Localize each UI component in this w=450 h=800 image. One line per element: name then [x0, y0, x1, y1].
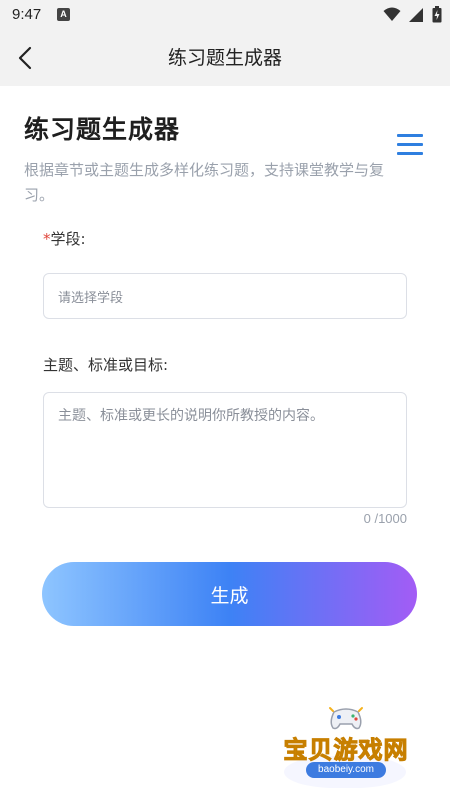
stage-label: 学段: [50, 230, 86, 248]
signal-icon [409, 8, 423, 22]
topic-textarea[interactable]: 主题、标准或更长的说明你所教授的内容。 [43, 392, 407, 508]
topic-textarea-placeholder: 主题、标准或更长的说明你所教授的内容。 [58, 408, 324, 424]
hamburger-menu-icon[interactable] [397, 134, 423, 156]
watermark-logo: 宝贝游戏网 baobeiy.com [276, 700, 416, 796]
battery-icon [432, 6, 442, 23]
stage-select[interactable]: 请选择学段 [43, 273, 407, 319]
watermark-url: baobeiy.com [318, 764, 374, 775]
wifi-icon [383, 7, 401, 21]
stage-select-placeholder: 请选择学段 [58, 291, 124, 306]
chevron-left-icon[interactable] [12, 44, 40, 72]
game-controller-icon [329, 707, 363, 730]
stage-label-group: *学段: [43, 228, 86, 249]
page-title: 练习题生成器 [24, 115, 181, 144]
status-time: 9:47 [12, 6, 42, 23]
watermark-text: 宝贝游戏网 [283, 736, 409, 765]
required-mark: * [43, 230, 51, 248]
char-count: 0 /1000 [363, 511, 407, 526]
main-content: 练习题生成器 根据章节或主题生成多样化练习题，支持课堂教学与复习。 *学段: 请… [0, 86, 450, 800]
page-description: 根据章节或主题生成多样化练习题，支持课堂教学与复习。 [24, 161, 385, 204]
topic-label: 主题、标准或目标: [43, 356, 169, 374]
nav-bar: 练习题生成器 [0, 30, 450, 86]
generate-button[interactable]: 生成 [42, 562, 417, 626]
notification-app-icon: A [57, 8, 70, 21]
status-bar: 9:47 A [0, 0, 450, 30]
nav-title: 练习题生成器 [167, 47, 282, 69]
